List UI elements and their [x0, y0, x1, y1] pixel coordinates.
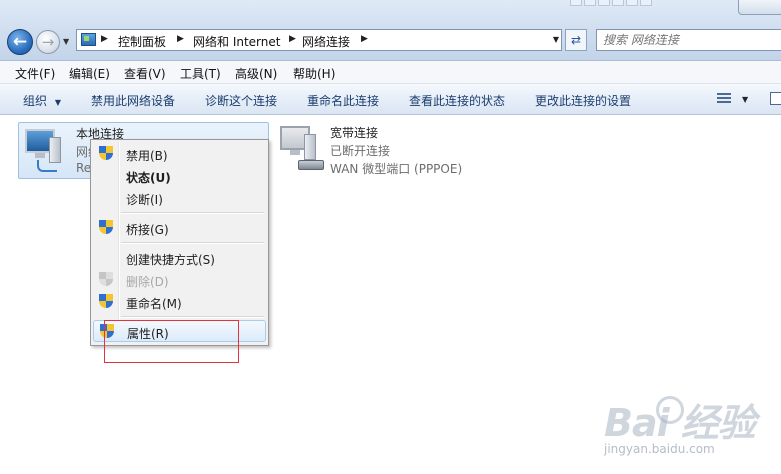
highlight-annotation — [104, 320, 239, 363]
connection-item-broadband[interactable]: 宽带连接 已断开连接 WAN 微型端口 (PPPOE) — [276, 122, 476, 179]
forward-button[interactable]: → — [36, 30, 60, 54]
chevron-right-icon[interactable]: ▶ — [101, 34, 108, 44]
menu-item-label: 禁用(B) — [126, 149, 168, 163]
preview-pane-icon[interactable] — [770, 92, 781, 105]
view-status-button[interactable]: 查看此连接的状态 — [409, 92, 505, 109]
chevron-right-icon[interactable]: ▶ — [177, 34, 184, 44]
chevron-down-icon: ▼ — [54, 98, 61, 107]
menu-separator — [121, 316, 264, 318]
menu-item-label: 创建快捷方式(S) — [126, 253, 215, 267]
breadcrumb-network-internet[interactable]: 网络和 Internet — [193, 33, 280, 50]
menu-item-label: 诊断(I) — [126, 193, 163, 207]
refresh-icon: ⇄ — [570, 33, 582, 47]
context-menu: 禁用(B) 状态(U) 诊断(I) 桥接(G) 创建快捷方式(S) 删除(D) … — [90, 139, 269, 346]
window-control-button[interactable] — [738, 0, 781, 15]
title-decoration — [570, 0, 700, 16]
organize-label: 组织 — [23, 94, 48, 108]
back-arrow-icon: ← — [12, 32, 28, 52]
organize-button[interactable]: 组织 ▼ — [23, 92, 61, 109]
forward-arrow-icon: → — [41, 33, 55, 51]
menu-item-diagnose[interactable]: 诊断(I) — [93, 187, 266, 209]
connection-device: WAN 微型端口 (PPPOE) — [330, 162, 463, 176]
menu-item-label: 重命名(M) — [126, 297, 182, 311]
menu-item-label: 状态(U) — [126, 171, 171, 185]
disable-device-button[interactable]: 禁用此网络设备 — [91, 92, 175, 109]
back-button[interactable]: ← — [7, 29, 33, 55]
menu-separator — [121, 212, 264, 214]
menu-edit[interactable]: 编辑(E) — [69, 65, 110, 82]
address-dropdown-icon[interactable]: ▼ — [553, 35, 559, 44]
menu-item-label: 桥接(G) — [126, 223, 169, 237]
navigation-bar: ← → ▼ ▶ 控制面板 ▶ 网络和 Internet ▶ 网络连接 ▶ ▼ ⇄ — [0, 0, 781, 61]
menu-item-disable[interactable]: 禁用(B) — [93, 143, 266, 165]
refresh-button[interactable]: ⇄ — [565, 29, 587, 51]
menu-file[interactable]: 文件(F) — [15, 65, 55, 82]
view-options-icon[interactable] — [717, 92, 731, 105]
rename-button[interactable]: 重命名此连接 — [307, 92, 379, 109]
menu-item-create-shortcut[interactable]: 创建快捷方式(S) — [93, 247, 266, 269]
breadcrumb-control-panel[interactable]: 控制面板 — [118, 33, 166, 50]
menu-view[interactable]: 查看(V) — [124, 65, 166, 82]
uac-shield-icon — [99, 220, 113, 236]
menu-item-delete: 删除(D) — [93, 269, 266, 291]
menu-item-rename[interactable]: 重命名(M) — [93, 291, 266, 313]
menu-help[interactable]: 帮助(H) — [293, 65, 335, 82]
change-settings-button[interactable]: 更改此连接的设置 — [535, 92, 631, 109]
uac-shield-icon — [99, 294, 113, 310]
network-computer-icon — [23, 127, 69, 173]
menu-bar: 文件(F) 编辑(E) 查看(V) 工具(T) 高级(N) 帮助(H) — [0, 61, 781, 84]
address-bar[interactable]: ▶ 控制面板 ▶ 网络和 Internet ▶ 网络连接 ▶ ▼ — [76, 29, 562, 51]
uac-shield-icon — [99, 272, 113, 288]
menu-tools[interactable]: 工具(T) — [180, 65, 221, 82]
control-panel-icon — [81, 33, 96, 46]
diagnose-button[interactable]: 诊断这个连接 — [205, 92, 277, 109]
search-box[interactable] — [596, 29, 781, 51]
connection-name: 宽带连接 — [330, 126, 379, 140]
search-input[interactable] — [603, 32, 773, 48]
breadcrumb-network-connections[interactable]: 网络连接 — [302, 33, 350, 50]
menu-item-status[interactable]: 状态(U) — [93, 165, 266, 187]
history-dropdown-icon[interactable]: ▼ — [63, 37, 69, 46]
chevron-right-icon[interactable]: ▶ — [289, 34, 296, 44]
connection-status: 已断开连接 — [330, 144, 391, 158]
menu-item-label: 删除(D) — [126, 275, 169, 289]
modem-icon — [298, 160, 324, 170]
connection-device: Re — [76, 161, 92, 175]
menu-advanced[interactable]: 高级(N) — [235, 65, 277, 82]
watermark-logo: Bai 经验 — [604, 401, 756, 445]
menu-item-bridge[interactable]: 桥接(G) — [93, 217, 266, 239]
chevron-down-icon[interactable]: ▼ — [742, 95, 748, 104]
baidu-watermark: Bai 经验 jingyan.baidu.com — [596, 392, 776, 472]
menu-separator — [121, 242, 264, 244]
command-bar: 组织 ▼ 禁用此网络设备 诊断这个连接 重命名此连接 查看此连接的状态 更改此连… — [0, 84, 781, 115]
uac-shield-icon — [99, 146, 113, 162]
watermark-url: jingyan.baidu.com — [604, 442, 715, 456]
chevron-right-icon[interactable]: ▶ — [361, 34, 368, 44]
